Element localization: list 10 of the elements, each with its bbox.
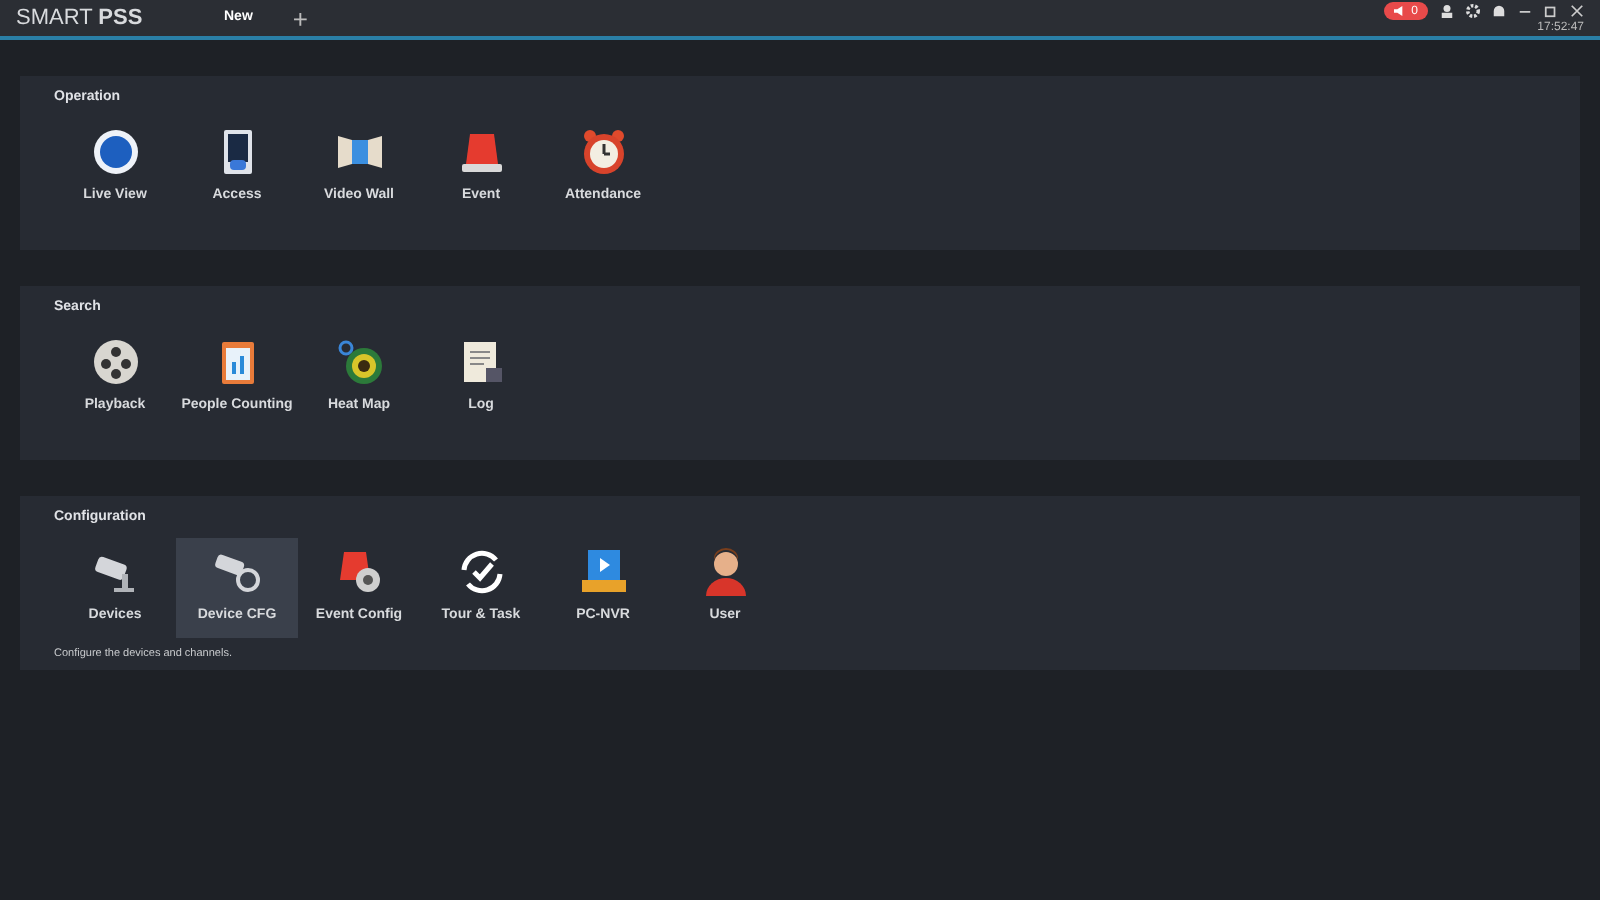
globe-icon xyxy=(89,126,141,179)
user-icon[interactable] xyxy=(1440,4,1454,18)
app-title: SMART PSS xyxy=(16,3,145,34)
add-tab-button[interactable]: + xyxy=(292,5,308,31)
close-icon[interactable] xyxy=(1570,4,1584,18)
settings-icon[interactable] xyxy=(1466,4,1480,18)
film-reel-icon xyxy=(89,336,141,389)
heat-map-icon xyxy=(333,336,385,389)
speaker-icon xyxy=(1393,6,1404,16)
restore-icon[interactable] xyxy=(1544,4,1558,18)
